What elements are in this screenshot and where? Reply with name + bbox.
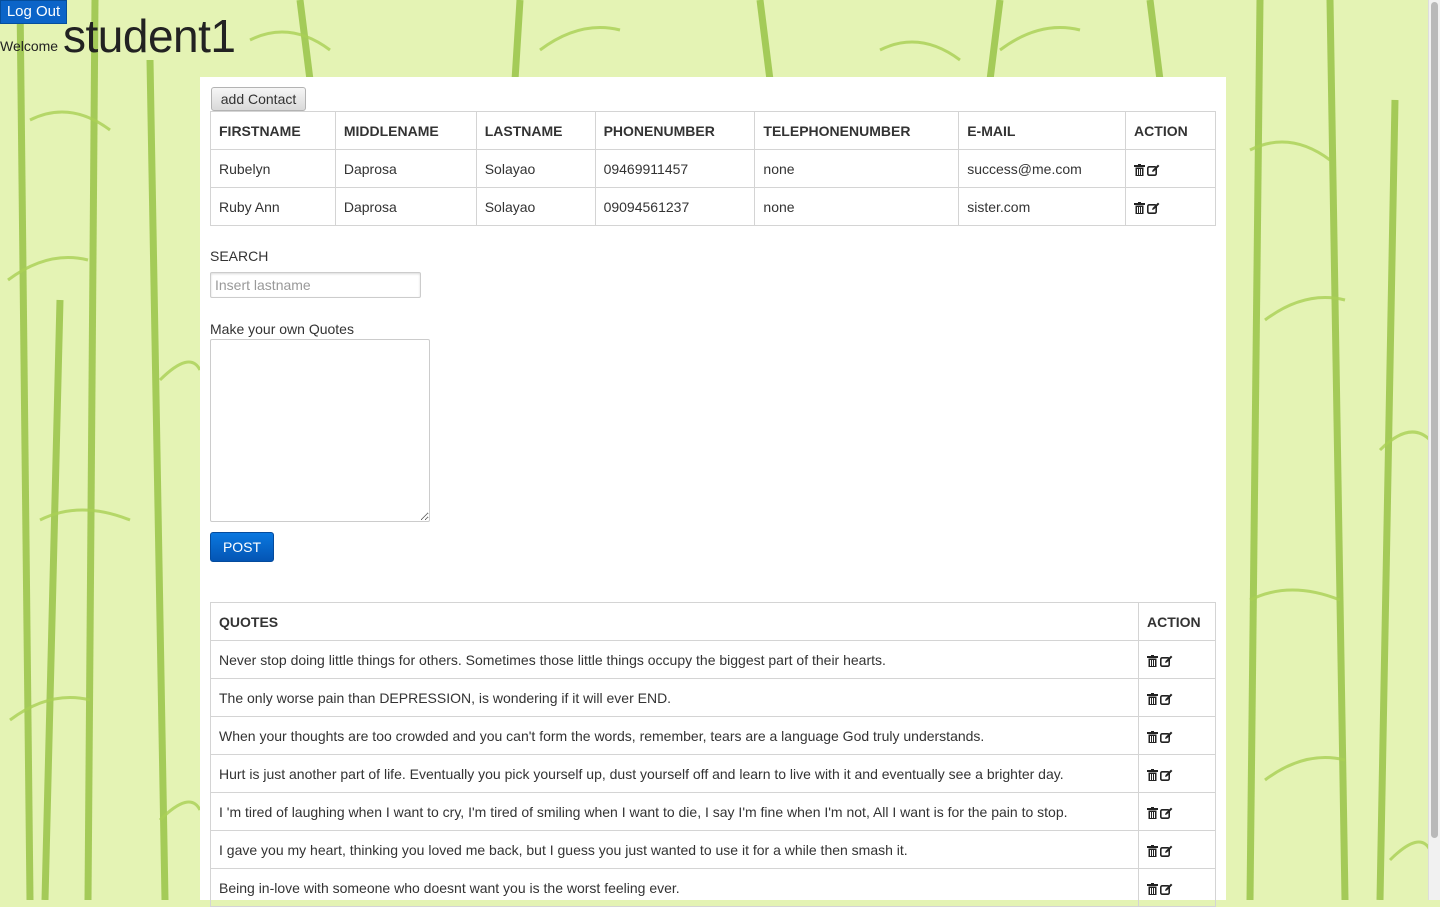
quote-row: I 'm tired of laughing when I want to cr… <box>210 792 1216 831</box>
edit-icon[interactable] <box>1160 845 1173 857</box>
contact-action-cell <box>1125 149 1216 188</box>
quote-text-cell: I 'm tired of laughing when I want to cr… <box>210 792 1139 831</box>
contact-telephonenumber-cell: none <box>754 187 960 226</box>
trash-icon[interactable] <box>1147 844 1158 857</box>
trash-icon[interactable] <box>1134 163 1146 176</box>
edit-icon[interactable] <box>1160 655 1173 667</box>
quote-action-cell <box>1138 830 1216 869</box>
post-button[interactable]: POST <box>210 532 274 562</box>
contact-middlename-cell: Daprosa <box>334 187 477 226</box>
main-panel: add Contact FIRSTNAME MIDDLENAME LASTNAM… <box>200 77 1226 907</box>
contacts-body: Rubelyn Daprosa Solayao 09469911457 none succ… <box>210 149 1216 226</box>
trash-icon[interactable] <box>1134 201 1146 214</box>
quote-action-cell <box>1138 640 1216 679</box>
logout-button[interactable]: Log Out <box>0 0 67 24</box>
contact-lastname-cell: Solayao <box>475 187 596 226</box>
quote-action-cell <box>1138 792 1216 831</box>
quote-textarea[interactable] <box>210 339 430 522</box>
edit-icon[interactable] <box>1147 164 1160 176</box>
quotes-body: Never stop doing little things for other… <box>210 640 1216 907</box>
quote-row: Hurt is just another part of life. Event… <box>210 754 1216 793</box>
welcome-label: Welcome <box>0 38 59 54</box>
quote-row: When your thoughts are too crowded and y… <box>210 716 1216 755</box>
contact-firstname-cell: Rubelyn <box>210 149 336 188</box>
column-header-telephonenumber: TELEPHONENUMBER <box>754 111 960 150</box>
quote-row: Never stop doing little things for other… <box>210 640 1216 679</box>
contacts-table: FIRSTNAME MIDDLENAME LASTNAME PHONENUMBE… <box>210 111 1216 226</box>
search-input[interactable] <box>210 272 421 298</box>
contact-email-cell: success@me.com <box>958 149 1127 188</box>
column-header-lastname: LASTNAME <box>475 111 596 150</box>
edit-icon[interactable] <box>1160 769 1173 781</box>
edit-icon[interactable] <box>1160 883 1173 895</box>
scrollbar-thumb[interactable] <box>1431 2 1438 838</box>
quote-text-cell: I gave you my heart, thinking you loved … <box>210 830 1139 869</box>
contacts-header-row: FIRSTNAME MIDDLENAME LASTNAME PHONENUMBE… <box>210 111 1216 150</box>
quote-form-label: Make your own Quotes <box>210 321 354 337</box>
edit-icon[interactable] <box>1160 693 1173 705</box>
contact-lastname-cell: Solayao <box>475 149 596 188</box>
quotes-header-row: QUOTES ACTION <box>210 602 1216 641</box>
trash-icon[interactable] <box>1147 692 1158 705</box>
search-label: SEARCH <box>210 248 269 264</box>
edit-icon[interactable] <box>1147 202 1160 214</box>
page-scrollbar[interactable] <box>1428 0 1440 900</box>
quote-row: Being in-love with someone who doesnt wa… <box>210 868 1216 907</box>
username-heading: student1 <box>63 10 236 62</box>
quote-action-cell <box>1138 716 1216 755</box>
column-header-firstname: FIRSTNAME <box>210 111 336 150</box>
quote-text-cell: Never stop doing little things for other… <box>210 640 1139 679</box>
trash-icon[interactable] <box>1147 654 1158 667</box>
quote-action-cell <box>1138 754 1216 793</box>
trash-icon[interactable] <box>1147 806 1158 819</box>
contact-row: Ruby Ann Daprosa Solayao 09094561237 none sis… <box>210 187 1216 226</box>
quotes-table: QUOTES ACTION Never stop doing little th… <box>210 602 1216 907</box>
column-header-quote-action: ACTION <box>1138 602 1216 641</box>
column-header-quotes: QUOTES <box>210 602 1139 641</box>
contact-phonenumber-cell: 09094561237 <box>594 187 756 226</box>
contact-email-cell: sister.com <box>958 187 1127 226</box>
column-header-phonenumber: PHONENUMBER <box>594 111 756 150</box>
contact-phonenumber-cell: 09469911457 <box>594 149 756 188</box>
quote-text-cell: When your thoughts are too crowded and y… <box>210 716 1139 755</box>
edit-icon[interactable] <box>1160 731 1173 743</box>
quote-text-cell: Hurt is just another part of life. Event… <box>210 754 1139 793</box>
trash-icon[interactable] <box>1147 882 1158 895</box>
trash-icon[interactable] <box>1147 768 1158 781</box>
trash-icon[interactable] <box>1147 730 1158 743</box>
column-header-email: E-MAIL <box>958 111 1127 150</box>
contact-middlename-cell: Daprosa <box>334 149 477 188</box>
quote-text-cell: The only worse pain than DEPRESSION, is … <box>210 678 1139 717</box>
quote-action-cell <box>1138 678 1216 717</box>
quote-text-cell: Being in-love with someone who doesnt wa… <box>210 868 1139 907</box>
contact-row: Rubelyn Daprosa Solayao 09469911457 none succ… <box>210 149 1216 188</box>
add-contact-button[interactable]: add Contact <box>211 87 306 111</box>
column-header-action: ACTION <box>1125 111 1216 150</box>
quote-row: I gave you my heart, thinking you loved … <box>210 830 1216 869</box>
contact-firstname-cell: Ruby Ann <box>210 187 336 226</box>
quote-action-cell <box>1138 868 1216 907</box>
contact-action-cell <box>1125 187 1216 226</box>
edit-icon[interactable] <box>1160 807 1173 819</box>
contact-telephonenumber-cell: none <box>754 149 960 188</box>
quote-row: The only worse pain than DEPRESSION, is … <box>210 678 1216 717</box>
column-header-middlename: MIDDLENAME <box>334 111 477 150</box>
